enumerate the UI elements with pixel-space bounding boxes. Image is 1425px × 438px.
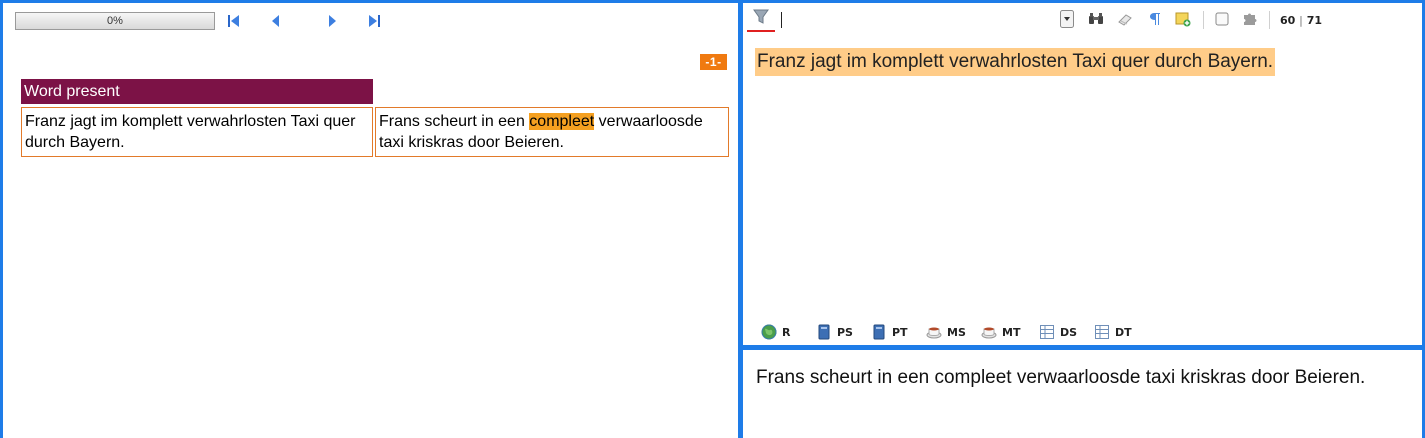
last-page-icon[interactable]: [367, 13, 381, 29]
editor-toolbar: 60 | 71: [743, 6, 1422, 34]
checkbox-icon[interactable]: [1214, 11, 1230, 27]
eraser-icon[interactable]: [1117, 11, 1133, 27]
toolbar-separator: [1269, 11, 1270, 29]
cup-icon: [981, 327, 997, 339]
segment-counter: 60 | 71: [1280, 14, 1322, 27]
tab-label: MT: [1002, 325, 1021, 339]
match-type-header: Word present: [21, 79, 373, 104]
counter-current: 60: [1280, 14, 1296, 27]
tab-label: DS: [1060, 325, 1078, 339]
tab-ms[interactable]: MS: [926, 324, 966, 340]
dropdown-icon[interactable]: [1059, 10, 1075, 28]
table-icon: [1040, 325, 1054, 339]
target-text-before: Frans scheurt in een: [379, 113, 530, 130]
add-note-icon[interactable]: [1175, 11, 1191, 27]
cup-icon: [926, 327, 942, 339]
resource-tabs: R PS PT MS MT DS DT: [743, 321, 1422, 343]
tab-label: PT: [892, 325, 908, 339]
tab-label: DT: [1115, 325, 1132, 339]
source-editor-panel: 60 | 71 Franz jagt im komplett verwahrlo…: [743, 0, 1425, 346]
first-page-icon[interactable]: [227, 13, 241, 29]
tab-ds[interactable]: DS: [1039, 324, 1077, 340]
counter-separator: |: [1299, 14, 1303, 27]
text-cursor: [781, 12, 782, 28]
table-icon: [1095, 325, 1109, 339]
tab-label: PS: [837, 325, 853, 339]
next-page-icon[interactable]: [325, 13, 339, 29]
highlighted-word: compleet: [529, 113, 595, 130]
match-number-badge: -1-: [700, 54, 727, 70]
match-target-cell: Frans scheurt in een compleet verwaarloo…: [375, 107, 729, 157]
progress-bar: 0%: [15, 12, 215, 30]
source-segment[interactable]: Franz jagt im komplett verwahrlosten Tax…: [755, 48, 1276, 76]
target-editor-panel: Frans scheurt in een compleet verwaarloo…: [743, 350, 1425, 438]
tab-dt[interactable]: DT: [1094, 324, 1132, 340]
progress-text: 0%: [107, 15, 123, 27]
book-icon: [873, 324, 885, 340]
match-panel: 0% -1- Word present Franz jagt im komple…: [0, 0, 741, 438]
filter-icon[interactable]: [753, 8, 769, 26]
active-filter-indicator: [747, 30, 775, 32]
tab-label: MS: [947, 325, 966, 339]
tab-pt[interactable]: PT: [871, 324, 908, 340]
app-window: 0% -1- Word present Franz jagt im komple…: [0, 0, 1425, 438]
book-icon: [818, 324, 830, 340]
target-segment[interactable]: Frans scheurt in een compleet verwaarloo…: [756, 366, 1365, 390]
globe-icon: [761, 324, 777, 340]
counter-total: 71: [1306, 14, 1323, 27]
tab-label: R: [782, 325, 791, 339]
toolbar-separator: [1203, 11, 1204, 29]
tab-mt[interactable]: MT: [981, 324, 1020, 340]
binoculars-icon[interactable]: [1088, 11, 1104, 27]
previous-page-icon[interactable]: [269, 13, 283, 29]
tab-r[interactable]: R: [761, 324, 790, 340]
tab-ps[interactable]: PS: [816, 324, 853, 340]
pilcrow-icon[interactable]: [1147, 11, 1163, 27]
puzzle-icon[interactable]: [1242, 11, 1258, 27]
match-source-cell: Franz jagt im komplett verwahrlosten Tax…: [21, 107, 373, 157]
